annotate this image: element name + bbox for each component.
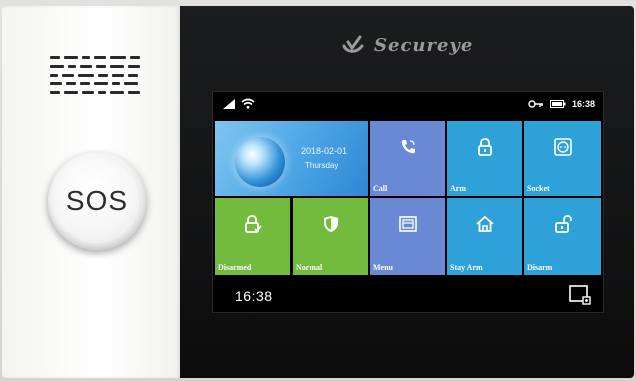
tile-disarm[interactable]: Disarm xyxy=(524,198,601,275)
tile-label: Arm xyxy=(450,184,466,193)
alarm-panel-device: SOS Secureye 16:38 2018-02-01 Thursday C… xyxy=(2,6,634,378)
tile-disarmed[interactable]: Disarmed xyxy=(215,198,290,275)
bottom-bar: 16:38 xyxy=(213,279,603,312)
phone-icon xyxy=(401,139,415,153)
sos-button[interactable]: SOS xyxy=(48,152,146,250)
lock-open-icon xyxy=(554,215,572,234)
screen-settings-icon xyxy=(569,285,591,305)
socket-icon xyxy=(553,137,572,156)
globe-image xyxy=(235,137,285,187)
left-panel: SOS xyxy=(2,6,180,378)
screen-settings-button[interactable] xyxy=(569,285,591,305)
tile-grid: 2018-02-01 Thursday Call Arm Socket Disa… xyxy=(215,121,601,275)
status-bar: 16:38 xyxy=(213,92,603,119)
tile-label: Disarmed xyxy=(218,263,252,272)
date-tile: 2018-02-01 Thursday xyxy=(215,121,368,196)
shield-icon xyxy=(323,216,338,233)
day-text: Thursday xyxy=(305,161,339,170)
tile-menu[interactable]: Menu xyxy=(370,198,445,275)
battery-icon xyxy=(549,100,566,108)
lock-check-icon xyxy=(244,215,262,234)
right-panel: Secureye 16:38 2018-02-01 Thursday Call … xyxy=(180,6,634,378)
sos-label: SOS xyxy=(55,159,139,243)
clock: 16:38 xyxy=(235,288,273,304)
signal-icon xyxy=(223,98,235,109)
tile-socket[interactable]: Socket xyxy=(524,121,601,196)
tile-normal[interactable]: Normal xyxy=(293,198,368,275)
tile-call[interactable]: Call xyxy=(370,121,445,196)
tile-label: Normal xyxy=(296,263,323,272)
tile-label: Call xyxy=(373,184,388,193)
wifi-icon xyxy=(241,98,255,109)
date-text: 2018-02-01 xyxy=(301,146,348,156)
lock-closed-icon xyxy=(477,137,492,156)
brand-logo-icon xyxy=(342,35,364,53)
tile-label: Stay Arm xyxy=(450,263,483,272)
tile-label: Menu xyxy=(373,263,393,272)
key-icon xyxy=(528,100,543,108)
home-icon xyxy=(475,215,494,233)
tile-stay-arm[interactable]: Stay Arm xyxy=(447,198,522,275)
status-time: 16:38 xyxy=(571,99,595,109)
tile-label: Socket xyxy=(527,184,550,193)
tile-label: Disarm xyxy=(527,263,553,272)
tile-arm[interactable]: Arm xyxy=(447,121,522,196)
brand-name: Secureye xyxy=(374,34,474,56)
brand-logo: Secureye xyxy=(340,34,473,56)
menu-icon xyxy=(398,216,417,232)
speaker-grille xyxy=(50,56,142,94)
touch-screen: 16:38 2018-02-01 Thursday Call Arm Socke… xyxy=(212,91,604,313)
